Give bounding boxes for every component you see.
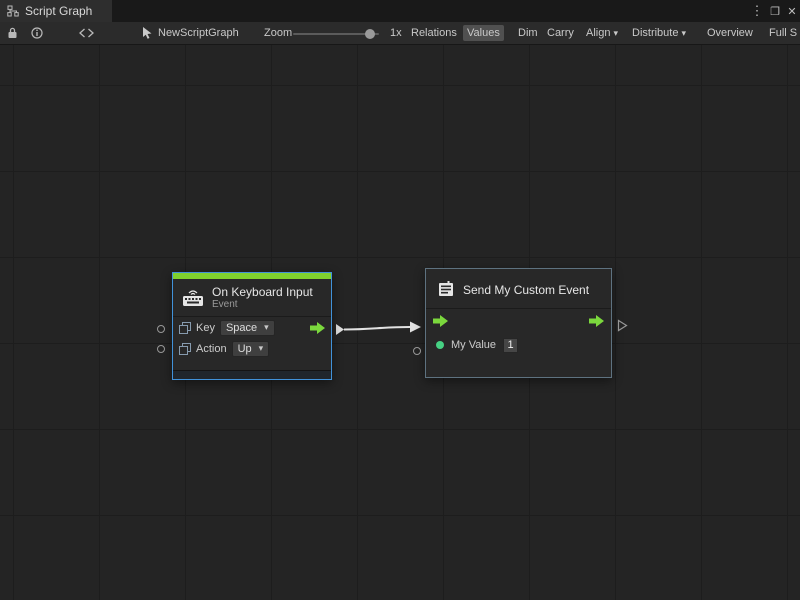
graph-canvas[interactable]: [0, 45, 800, 600]
key-dropdown[interactable]: Space ▾: [220, 320, 275, 336]
zoom-slider[interactable]: [293, 33, 379, 35]
node-header: Send My Custom Event: [426, 269, 611, 308]
script-graph-icon: [7, 5, 19, 17]
key-port-row: Key Space ▾: [173, 317, 331, 338]
node-on-keyboard-input[interactable]: On Keyboard Input Event Key Space▾: [172, 272, 332, 380]
my-value-input-port[interactable]: [413, 347, 421, 355]
zoom-slider-knob[interactable]: [365, 29, 375, 39]
relations-button[interactable]: Relations: [407, 25, 461, 41]
chevron-down-icon: ▾: [681, 28, 686, 39]
tab-bar: Script Graph ⋮ ❐ ✕: [0, 0, 800, 22]
my-value-port-row: My Value: [426, 333, 611, 357]
node-subtitle: Event: [212, 299, 313, 311]
node-send-my-custom-event[interactable]: Send My Custom Event My Value: [425, 268, 612, 378]
key-input-port[interactable]: [157, 325, 165, 333]
info-icon[interactable]: [31, 27, 43, 39]
chevron-down-icon: ▾: [259, 343, 264, 354]
my-value-input[interactable]: [503, 338, 518, 353]
align-dropdown[interactable]: Align▾: [582, 25, 622, 41]
fullscreen-button[interactable]: Full S: [765, 25, 800, 41]
carry-button[interactable]: Carry: [543, 25, 578, 41]
dim-button[interactable]: Dim: [514, 25, 542, 41]
control-output-triangle[interactable]: [617, 319, 628, 332]
action-port-row: Action Up ▾: [173, 338, 331, 359]
control-input-port[interactable]: [433, 315, 448, 327]
maximize-icon[interactable]: ❐: [767, 0, 783, 22]
keyboard-icon: [182, 289, 204, 307]
control-port-row: [426, 309, 611, 333]
type-icon: [179, 343, 191, 355]
value-port-dot[interactable]: [436, 341, 444, 349]
tab-title: Script Graph: [25, 4, 92, 18]
node-title: On Keyboard Input: [212, 285, 313, 299]
chevron-down-icon: ▾: [613, 28, 618, 39]
my-value-label: My Value: [451, 339, 496, 351]
values-button[interactable]: Values: [463, 25, 504, 41]
action-input-port[interactable]: [157, 345, 165, 353]
action-dropdown-value: Up: [238, 343, 252, 355]
zoom-value: 1x: [390, 27, 402, 39]
pointer-icon: [142, 27, 153, 39]
lock-icon[interactable]: [7, 27, 18, 39]
tab-script-graph[interactable]: Script Graph: [0, 0, 112, 22]
graph-toolbar: NewScriptGraph Zoom 1x Relations Values …: [0, 22, 800, 45]
align-label: Align: [586, 27, 610, 39]
key-port-label: Key: [196, 322, 215, 334]
action-port-label: Action: [196, 343, 227, 355]
distribute-dropdown[interactable]: Distribute▾: [628, 25, 690, 41]
type-icon: [179, 322, 191, 334]
node-title: Send My Custom Event: [463, 283, 589, 297]
script-graph-window: Script Graph ⋮ ❐ ✕: [0, 0, 800, 600]
node-footer: [173, 370, 331, 379]
chevron-down-icon: ▾: [264, 322, 269, 333]
close-icon[interactable]: ✕: [784, 0, 800, 22]
control-output-port[interactable]: [589, 315, 604, 327]
overview-button[interactable]: Overview: [703, 25, 757, 41]
graph-name-label: NewScriptGraph: [158, 27, 239, 39]
distribute-label: Distribute: [632, 27, 678, 39]
action-dropdown[interactable]: Up ▾: [232, 341, 270, 357]
key-dropdown-value: Space: [226, 322, 257, 334]
code-icon[interactable]: [79, 28, 94, 38]
zoom-label: Zoom: [264, 27, 292, 39]
control-output-port[interactable]: [310, 322, 325, 334]
kebab-menu-icon[interactable]: ⋮: [749, 0, 765, 22]
node-header: On Keyboard Input Event: [173, 279, 331, 316]
custom-event-icon: [437, 281, 455, 298]
